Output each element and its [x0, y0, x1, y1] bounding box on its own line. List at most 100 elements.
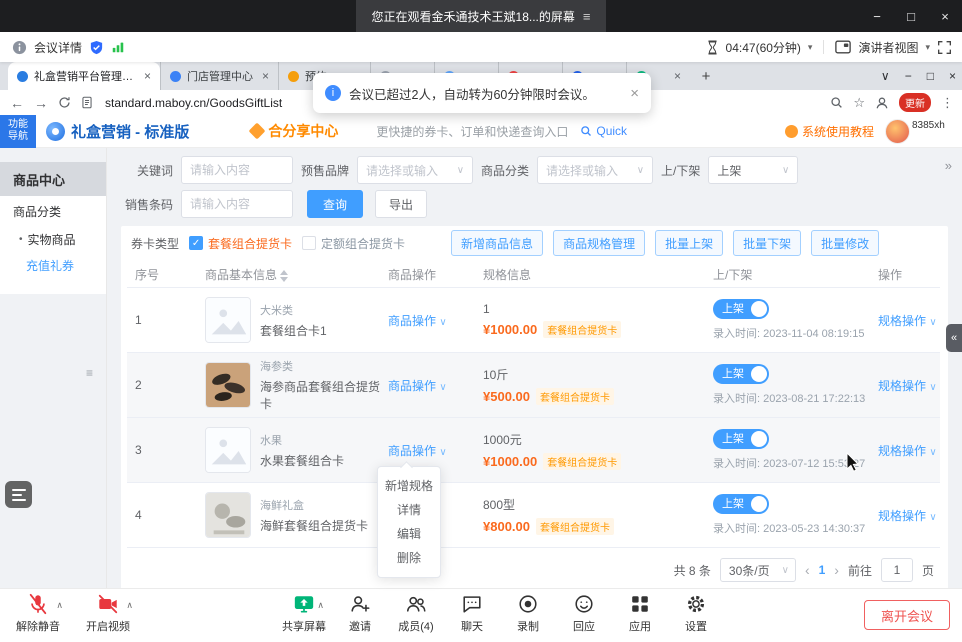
unmute-button[interactable]: 解除静音 ∧ — [10, 593, 66, 634]
username[interactable]: 8385xh — [912, 120, 952, 132]
info-icon[interactable] — [12, 40, 27, 55]
start-video-button[interactable]: 开启视频 ∧ — [80, 593, 136, 634]
apps-button[interactable]: 应用 — [617, 593, 663, 634]
menu-item-detail[interactable]: 详情 — [378, 498, 440, 522]
shelf-select[interactable]: 上架 ∨ — [708, 156, 798, 184]
user-avatar[interactable] — [885, 119, 910, 144]
sort-icon[interactable] — [280, 270, 288, 282]
members-button[interactable]: 成员(4) — [393, 593, 439, 634]
menu-item-add-spec[interactable]: 新增规格 — [378, 474, 440, 498]
minimize-icon[interactable]: − — [860, 0, 894, 32]
filter-collapse-icon[interactable]: » — [945, 158, 952, 173]
function-nav-button[interactable]: 功能 导航 — [0, 115, 36, 148]
refresh-icon[interactable] — [58, 96, 71, 109]
browser-maximize-icon[interactable]: □ — [927, 69, 934, 83]
batch-edit-button[interactable]: 批量修改 — [811, 230, 879, 256]
fullscreen-icon[interactable] — [937, 40, 952, 55]
search-button[interactable]: 查询 — [307, 190, 363, 218]
browser-update-badge[interactable]: 更新 — [899, 93, 931, 112]
shelf-toggle[interactable]: 上架 — [713, 494, 769, 514]
forward-icon[interactable]: → — [34, 95, 48, 111]
goto-page-input[interactable] — [881, 558, 913, 582]
prev-page-icon[interactable]: ‹ — [805, 562, 810, 578]
caret-up-icon[interactable]: ∧ — [317, 600, 324, 611]
record-button[interactable]: 录制 — [505, 593, 551, 634]
page-size-select[interactable]: 30条/页 ∨ — [720, 558, 796, 582]
view-mode-caret-icon[interactable]: ▾ — [925, 42, 930, 53]
caret-up-icon[interactable]: ∧ — [126, 600, 133, 611]
url-text[interactable]: standard.maboy.cn/GoodsGiftList — [105, 96, 282, 110]
spec-operation-link[interactable]: 规格操作 ∨ — [878, 379, 937, 393]
browser-tab[interactable]: 礼盒营销平台管理中心 × — [8, 62, 160, 90]
checkbox-checked-icon[interactable]: ✓ — [189, 236, 203, 250]
checkbox-unchecked-icon[interactable] — [302, 236, 316, 250]
checkbox-group-2[interactable]: 定额组合提货卡 — [302, 235, 405, 252]
quick-search-link[interactable]: Quick — [580, 124, 627, 138]
checkbox-label-fixed: 定额组合提货卡 — [321, 235, 405, 252]
spec-operation-link[interactable]: 规格操作 ∨ — [878, 509, 937, 523]
product-operation-link[interactable]: 商品操作 ∨ — [388, 379, 447, 393]
search-icon[interactable] — [830, 96, 843, 109]
current-page[interactable]: 1 — [819, 563, 826, 577]
security-shield-icon[interactable] — [89, 40, 104, 55]
chat-button[interactable]: 聊天 — [449, 593, 495, 634]
close-icon[interactable]: × — [928, 0, 962, 32]
batch-onshelf-button[interactable]: 批量上架 — [655, 230, 723, 256]
caret-up-icon[interactable]: ∧ — [56, 600, 63, 611]
brand-select[interactable]: 请选择或输入 ∨ — [357, 156, 473, 184]
back-icon[interactable]: ← — [10, 95, 24, 111]
share-menu-icon[interactable]: ≡ — [583, 9, 591, 24]
tutorial-link[interactable]: 系统使用教程 — [785, 123, 874, 140]
browser-close-icon[interactable]: × — [949, 69, 956, 83]
shelf-toggle[interactable]: 上架 — [713, 429, 769, 449]
filter-row-1: 关键词 预售品牌 请选择或输入 ∨ 商品分类 请选择或输入 — [121, 156, 948, 184]
maximize-icon[interactable]: □ — [894, 0, 928, 32]
browser-menu-icon[interactable]: ⋮ — [941, 95, 954, 111]
share-center-link[interactable]: 合分享中心 — [251, 121, 338, 141]
divider — [823, 40, 824, 54]
bookmark-star-icon[interactable]: ☆ — [853, 95, 865, 111]
product-operation-link[interactable]: 商品操作 ∨ — [388, 444, 447, 458]
meeting-details-label[interactable]: 会议详情 — [34, 39, 82, 56]
sidebar-item-categories[interactable]: 商品分类 — [0, 196, 106, 226]
leave-meeting-button[interactable]: 离开会议 — [864, 600, 950, 630]
sidebar-collapse-icon[interactable]: ≡ — [86, 366, 93, 380]
sidebar-section-product-center[interactable]: 商品中心 — [0, 162, 106, 196]
settings-button[interactable]: 设置 — [673, 593, 719, 634]
notification-close-icon[interactable]: × — [630, 85, 639, 102]
keyword-input[interactable] — [181, 156, 293, 184]
shelf-toggle[interactable]: 上架 — [713, 299, 769, 319]
invite-button[interactable]: 邀请 — [337, 593, 383, 634]
spec-manage-button[interactable]: 商品规格管理 — [553, 230, 645, 256]
tab-close-icon[interactable]: × — [144, 69, 151, 83]
export-button[interactable]: 导出 — [375, 190, 427, 218]
checkbox-group-1[interactable]: ✓ 套餐组合提货卡 — [189, 235, 292, 252]
panel-collapse-handle[interactable]: « — [946, 324, 962, 352]
browser-minimize-icon[interactable]: − — [905, 69, 912, 83]
category-select[interactable]: 请选择或输入 ∨ — [537, 156, 653, 184]
next-page-icon[interactable]: › — [834, 562, 839, 578]
spec-operation-link[interactable]: 规格操作 ∨ — [878, 444, 937, 458]
add-product-button[interactable]: 新增商品信息 — [451, 230, 543, 256]
spec-operation-link[interactable]: 规格操作 ∨ — [878, 314, 937, 328]
view-mode-label[interactable]: 演讲者视图 — [858, 39, 918, 56]
menu-item-edit[interactable]: 编辑 — [378, 522, 440, 546]
floating-list-widget[interactable] — [5, 481, 32, 508]
duration-caret-icon[interactable]: ▾ — [808, 42, 813, 53]
profile-icon[interactable] — [875, 96, 889, 110]
network-signal-icon[interactable] — [111, 40, 125, 54]
browser-tab[interactable]: 门店管理中心 × — [160, 62, 278, 90]
product-operation-link[interactable]: 商品操作 ∨ — [388, 314, 447, 328]
react-button[interactable]: 回应 — [561, 593, 607, 634]
new-tab-icon[interactable]: + — [694, 64, 718, 88]
sidebar-item-physical-goods[interactable]: • 实物商品 — [0, 226, 106, 252]
tab-close-icon[interactable]: × — [674, 69, 681, 83]
shelf-toggle[interactable]: 上架 — [713, 364, 769, 384]
batch-offshelf-button[interactable]: 批量下架 — [733, 230, 801, 256]
menu-item-delete[interactable]: 删除 — [378, 546, 440, 570]
barcode-input[interactable] — [181, 190, 293, 218]
tab-close-icon[interactable]: × — [262, 69, 269, 83]
sidebar-item-gift-voucher[interactable]: 充值礼券 — [0, 252, 106, 278]
share-screen-button[interactable]: 共享屏幕 ∧ — [281, 593, 327, 634]
tab-list-caret-icon[interactable]: ∨ — [881, 69, 890, 83]
